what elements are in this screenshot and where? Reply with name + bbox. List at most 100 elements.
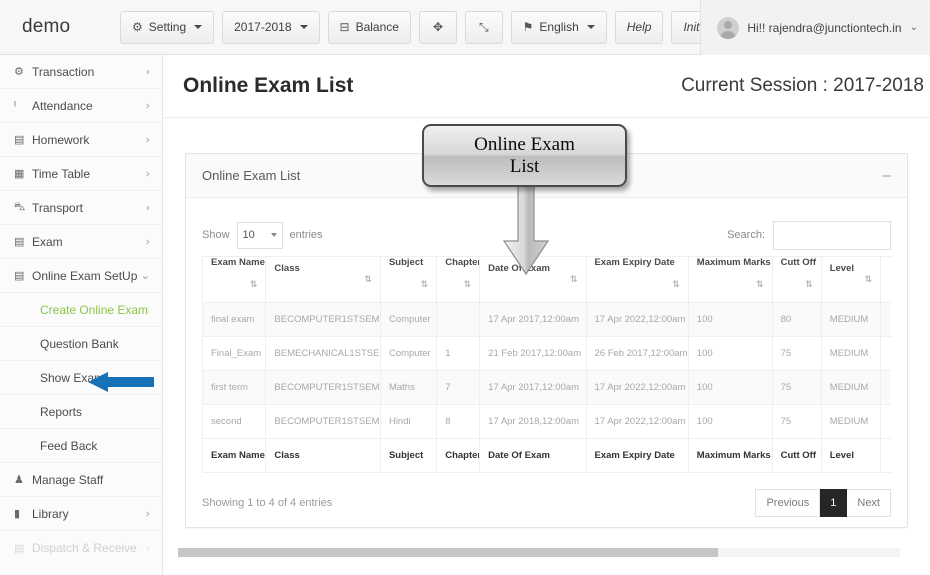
table-cell	[880, 302, 891, 337]
table-footer-cell: Chapter	[436, 438, 481, 473]
nav-button-setting[interactable]: ⚙ Setting	[120, 10, 215, 44]
sort-icon[interactable]: ⇅	[864, 263, 872, 297]
user-menu[interactable]: Hi!! rajendra@junctiontech.in ⌄	[700, 0, 930, 55]
receipt-icon: ▤	[14, 542, 25, 555]
table-header-cell[interactable]: Class ⇅	[265, 256, 381, 303]
search-label: Search:	[727, 229, 765, 241]
nav-button-help[interactable]: Help	[614, 10, 664, 44]
pagination-next[interactable]: Next	[847, 489, 891, 517]
sidebar-item-attendance[interactable]: ᴵ Attendance ›	[0, 89, 162, 123]
table-header-cell[interactable]: Exam Expiry Date ⇅	[585, 256, 689, 303]
bus-icon: ⛍	[14, 200, 26, 213]
table-cell: 1	[436, 336, 481, 371]
sidebar-item-transport[interactable]: ⛍ Transport ›	[0, 191, 162, 225]
sort-icon[interactable]: ⇅	[421, 268, 429, 302]
sidebar-item-label: Library	[32, 506, 69, 521]
table-row[interactable]: Final_ExamBEMECHANICAL1STSEM AComputer12…	[202, 336, 891, 371]
sort-icon[interactable]: ⇅	[464, 268, 472, 302]
sidebar-item-feed-back[interactable]: Feed Back	[0, 429, 162, 463]
nav-button-label: 2017-2018	[234, 20, 292, 34]
book-icon: ▮	[14, 508, 21, 520]
table-row[interactable]: final exam BECOMPUTER1STSEM A Computer 17 A…	[202, 302, 891, 337]
pagination-previous[interactable]: Previous	[755, 489, 821, 517]
chevron-right-icon: ›	[145, 201, 150, 214]
collapse-icon[interactable]: –	[883, 168, 891, 183]
sort-icon[interactable]: ⇅	[672, 268, 680, 302]
table-header-cell[interactable]: Level ⇅	[820, 256, 882, 303]
nav-button-language[interactable]: ⚑ English	[510, 10, 607, 44]
nav-button-session[interactable]: 2017-2018	[222, 10, 320, 44]
table-cell: BECOMPUTER1STSEM A	[265, 404, 381, 439]
table-cell: 17 Apr 2022,12:00am	[585, 404, 689, 439]
table-body: final exam BECOMPUTER1STSEM A Computer 17 A…	[202, 302, 891, 439]
sort-icon[interactable]: ⇅	[250, 268, 258, 302]
current-session-label: Current Session : 2017-2018	[681, 75, 924, 96]
table-cell	[880, 404, 891, 439]
search-input[interactable]	[773, 220, 891, 250]
page-length-control: Show 10 entries	[202, 221, 323, 249]
table-row[interactable]: first term BECOMPUTER1STSEM A Maths 7 17 Apr…	[202, 370, 891, 405]
table-cell: MEDIUM	[820, 302, 882, 337]
datatable-footer: Showing 1 to 4 of 4 entries Previous 1 Nex…	[202, 473, 891, 527]
flag-icon: ⚑	[522, 20, 534, 34]
resize-icon: ⤡	[479, 20, 489, 34]
scrollbar-thumb[interactable]	[178, 548, 718, 557]
sidebar-item-time-table[interactable]: ▦ Time Table ›	[0, 157, 162, 191]
table-cell: 75	[771, 370, 822, 405]
table-cell: Hindi	[379, 404, 438, 439]
table-header-cell[interactable]: Maximum Marks ⇅	[687, 256, 773, 303]
sort-icon[interactable]: ⇅	[756, 268, 764, 302]
nav-button-label: English	[539, 20, 579, 34]
table-row[interactable]: second BECOMPUTER1STSEM A Hindi 8 17 Apr 201…	[202, 404, 891, 439]
table-cell: final exam	[202, 302, 267, 337]
table-cell: 26 Feb 2017,12:00am	[585, 336, 689, 371]
sidebar-item-library[interactable]: ▮ Library ›	[0, 497, 162, 531]
table-header-cell[interactable]: Exam Name ⇅	[202, 256, 267, 303]
table-cell: MEDIUM	[820, 370, 882, 405]
table-cell: 75	[771, 404, 822, 439]
sidebar-item-reports[interactable]: Reports	[0, 395, 162, 429]
sidebar-item-question-bank[interactable]: Question Bank	[0, 327, 162, 361]
sidebar-item-manage-staff[interactable]: ♟ Manage Staff	[0, 463, 162, 497]
file-icon: ▤	[14, 236, 25, 248]
sort-icon[interactable]: ⇅	[805, 268, 813, 302]
table-cell: 7	[436, 370, 481, 405]
entries-label: entries	[289, 229, 323, 241]
page-title: Online Exam List	[183, 74, 354, 97]
sidebar-item-homework[interactable]: ▤ Homework ›	[0, 123, 162, 157]
nav-button-fullscreen[interactable]: ⤡	[465, 10, 503, 44]
sidebar-item-label: Manage Staff	[32, 472, 104, 487]
pagination-page-1[interactable]: 1	[820, 489, 848, 517]
chevron-down-icon: ⌄	[909, 22, 918, 33]
nav-button-expand[interactable]: ✥	[418, 10, 458, 44]
table-cell: second	[202, 404, 267, 439]
table-header-cell[interactable]: Cutt Off ⇅	[771, 256, 822, 303]
table-header-cell[interactable]: ⇅	[880, 256, 891, 303]
user-greeting: Hi!! rajendra@junctiontech.in	[747, 20, 902, 35]
table-header-cell[interactable]: Chapter ⇅	[436, 256, 481, 303]
page-length-select[interactable]: 10	[236, 221, 283, 249]
callout-line-1: Online Exam	[474, 134, 575, 156]
sidebar-item-label: Time Table	[32, 166, 91, 181]
horizontal-scrollbar[interactable]	[178, 548, 900, 557]
brand-logo: demo	[22, 16, 71, 37]
sidebar-item-transaction[interactable]: ⚙ Transaction ›	[0, 55, 162, 89]
table-cell: 17 Apr 2017,12:00am	[479, 370, 587, 405]
column-label: Cutt Off	[780, 257, 816, 269]
column-label: Exam Expiry Date	[594, 257, 675, 269]
chevron-right-icon: ›	[145, 167, 150, 180]
table-header-cell[interactable]: Subject ⇅	[379, 256, 438, 303]
exam-table: Exam Name ⇅ Class ⇅ Subject ⇅ Chapter ⇅ Date Of …	[202, 256, 891, 473]
sidebar-item-dispatch-receive[interactable]: ▤ Dispatch & Receive ›	[0, 531, 162, 565]
table-cell: 80	[771, 302, 822, 337]
table-footer-cell: Maximum Marks	[687, 438, 773, 473]
chevron-down-icon	[270, 233, 277, 237]
chevron-right-icon: ›	[145, 541, 150, 555]
sort-icon[interactable]: ⇅	[364, 263, 372, 297]
sidebar-item-online-exam-setup[interactable]: ▤ Online Exam SetUp ⌄	[0, 259, 162, 293]
sort-icon[interactable]: ⇅	[570, 263, 578, 297]
chevron-down-icon	[194, 25, 203, 29]
sidebar-item-exam[interactable]: ▤ Exam ›	[0, 225, 162, 259]
sidebar-item-create-online-exam[interactable]: Create Online Exam	[0, 293, 162, 327]
nav-button-balance[interactable]: ⊟ Balance	[327, 10, 411, 44]
